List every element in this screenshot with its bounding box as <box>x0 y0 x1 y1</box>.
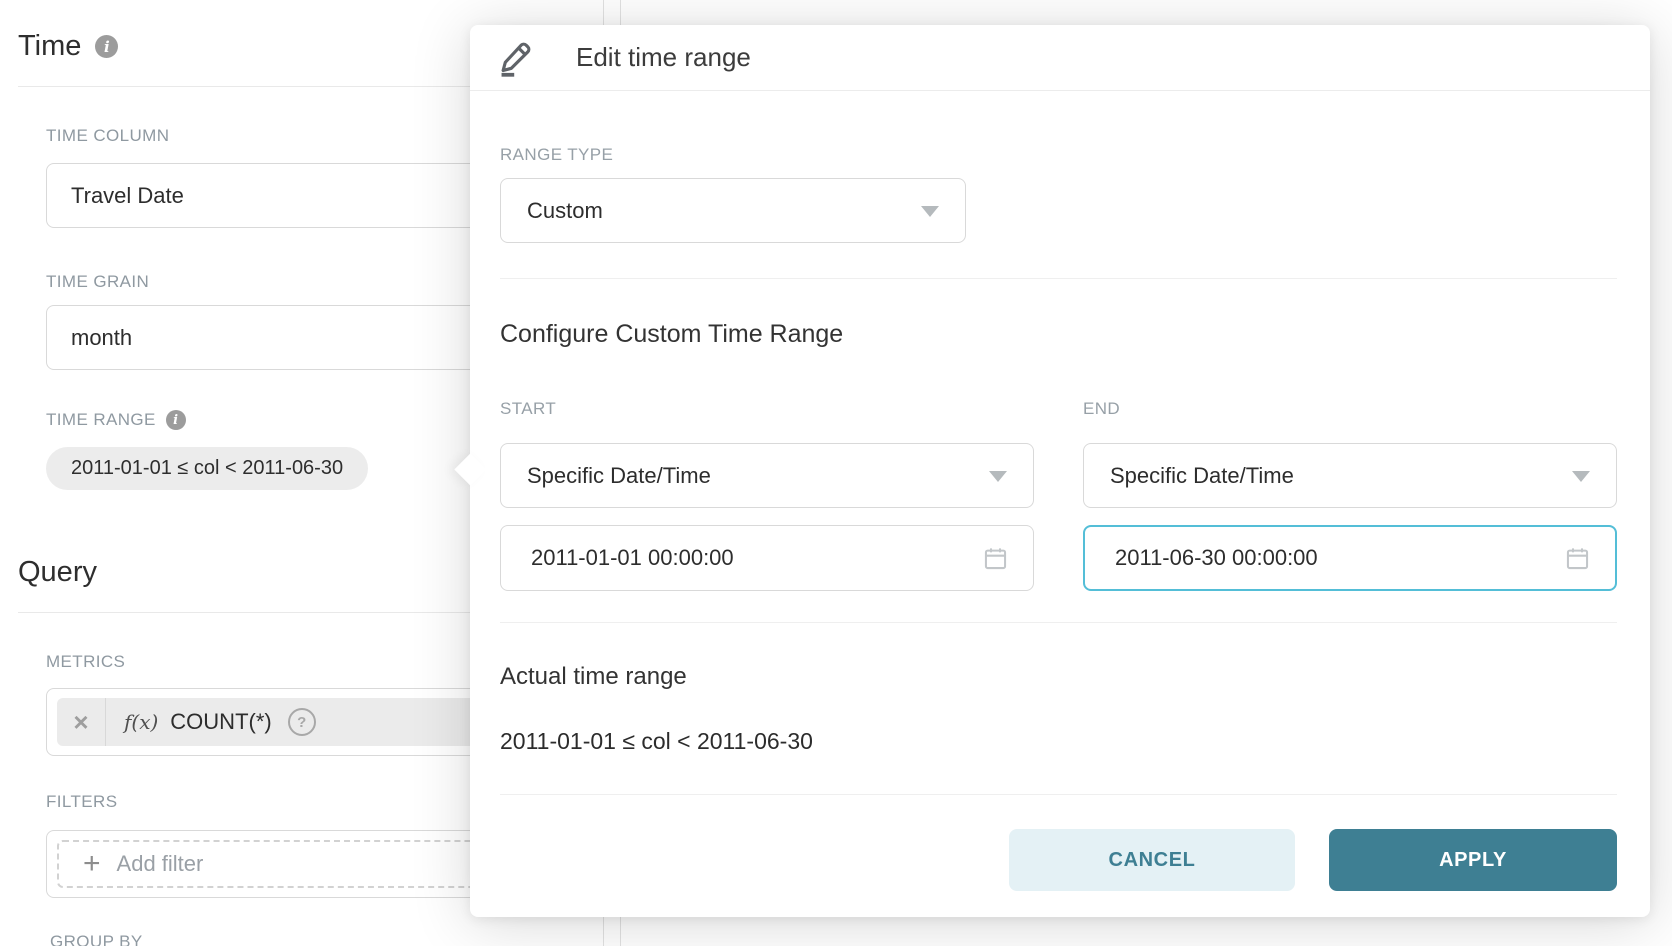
chevron-down-icon <box>921 206 939 217</box>
actual-range-heading: Actual time range <box>500 663 687 691</box>
edit-time-range-popover: Edit time range RANGE TYPE Custom Config… <box>470 25 1650 917</box>
add-filter-label: Add filter <box>117 851 204 877</box>
plus-icon: + <box>83 849 101 879</box>
query-section-title: Query <box>18 556 97 589</box>
popover-arrow <box>454 453 487 486</box>
chevron-down-icon <box>1572 471 1590 482</box>
time-grain-label: TIME GRAIN <box>46 272 149 292</box>
popover-divider <box>500 794 1617 795</box>
group-by-label: GROUP BY <box>50 932 143 946</box>
actual-range-value: 2011-01-01 ≤ col < 2011-06-30 <box>500 728 813 755</box>
start-date-input[interactable]: 2011-01-01 00:00:00 <box>500 525 1034 591</box>
chevron-down-icon <box>989 471 1007 482</box>
question-icon[interactable]: ? <box>288 708 316 736</box>
info-icon[interactable]: i <box>166 410 186 430</box>
time-column-label: TIME COLUMN <box>46 126 169 146</box>
popover-divider <box>500 622 1617 623</box>
time-range-label-text: TIME RANGE <box>46 410 156 430</box>
range-type-select[interactable]: Custom <box>500 178 966 243</box>
explore-page: Time i TIME COLUMN Travel Date TIME GRAI… <box>0 0 1672 946</box>
range-type-value: Custom <box>527 198 603 224</box>
range-type-label: RANGE TYPE <box>500 145 613 165</box>
pencil-icon <box>496 39 534 77</box>
metric-name: COUNT(*) <box>170 709 271 735</box>
time-section-title: Time <box>18 30 81 63</box>
popover-divider <box>500 278 1617 279</box>
popover-header: Edit time range <box>470 25 1650 91</box>
end-mode-value: Specific Date/Time <box>1110 463 1294 489</box>
close-icon[interactable]: × <box>57 698 106 746</box>
end-date-input[interactable]: 2011-06-30 00:00:00 <box>1083 525 1617 591</box>
time-range-pill[interactable]: 2011-01-01 ≤ col < 2011-06-30 <box>46 447 368 490</box>
filters-label: FILTERS <box>46 792 117 812</box>
time-section-heading: Time i <box>18 30 118 63</box>
metrics-label: METRICS <box>46 652 125 672</box>
query-section-heading: Query <box>18 556 97 589</box>
configure-heading: Configure Custom Time Range <box>500 320 843 349</box>
apply-button[interactable]: APPLY <box>1329 829 1617 891</box>
end-date-value: 2011-06-30 00:00:00 <box>1115 545 1318 571</box>
function-icon: f(x) <box>124 710 158 734</box>
time-column-value: Travel Date <box>71 183 184 209</box>
calendar-icon[interactable] <box>982 545 1009 572</box>
time-range-pill-text: 2011-01-01 ≤ col < 2011-06-30 <box>71 457 343 480</box>
end-mode-select[interactable]: Specific Date/Time <box>1083 443 1617 508</box>
info-icon[interactable]: i <box>95 35 118 58</box>
time-range-label: TIME RANGE i <box>46 410 186 430</box>
time-grain-value: month <box>71 325 132 351</box>
popover-title: Edit time range <box>576 42 751 73</box>
calendar-icon[interactable] <box>1564 545 1591 572</box>
start-label: START <box>500 399 556 419</box>
end-label: END <box>1083 399 1120 419</box>
cancel-button[interactable]: CANCEL <box>1009 829 1295 891</box>
start-date-value: 2011-01-01 00:00:00 <box>531 545 734 571</box>
start-mode-value: Specific Date/Time <box>527 463 711 489</box>
start-mode-select[interactable]: Specific Date/Time <box>500 443 1034 508</box>
